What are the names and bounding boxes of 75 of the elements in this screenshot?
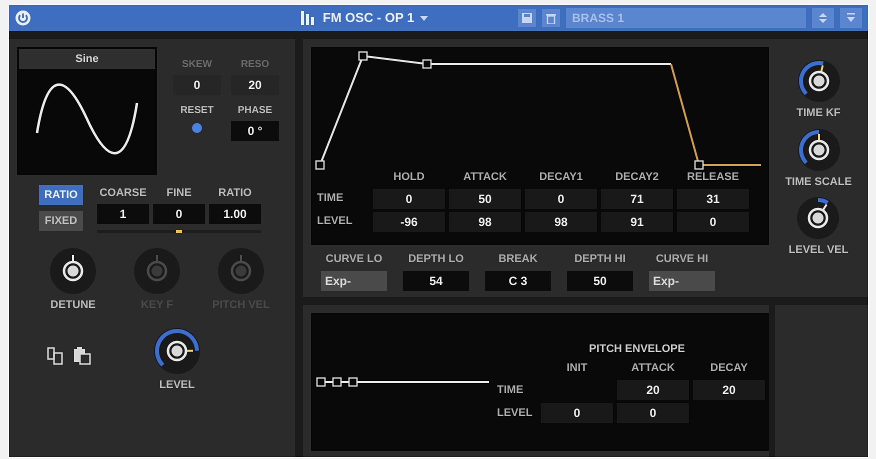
- knob[interactable]: [153, 327, 201, 375]
- value-field[interactable]: 91: [601, 212, 673, 232]
- param-label: FINE: [166, 186, 192, 201]
- param-label: CURVE HI: [656, 252, 708, 267]
- param-label: CURVE LO: [326, 252, 382, 267]
- value-field[interactable]: 71: [601, 188, 673, 208]
- row-label: LEVEL: [497, 406, 534, 420]
- caret-icon: [420, 16, 428, 20]
- knob-label: LEVEL VEL: [788, 243, 848, 258]
- down-icon: [847, 13, 855, 23]
- column-header: ATTACK: [630, 361, 676, 376]
- trash-icon: [546, 12, 556, 24]
- row-label: LEVEL: [317, 214, 354, 230]
- column-header: ATTACK: [462, 170, 508, 185]
- value-field[interactable]: 0: [153, 204, 205, 224]
- value-field[interactable]: 98: [525, 212, 597, 232]
- knob[interactable]: [49, 246, 97, 294]
- value-field[interactable]: 1: [97, 204, 149, 224]
- power-icon[interactable]: [15, 10, 31, 26]
- value-field[interactable]: 0: [373, 188, 445, 208]
- value-field[interactable]: C 3: [485, 270, 551, 290]
- value-field[interactable]: 31: [677, 188, 749, 208]
- param-label: DEPTH LO: [408, 252, 464, 267]
- mode-button[interactable]: FIXED: [39, 211, 83, 231]
- value-field[interactable]: -96: [373, 212, 445, 232]
- save-icon: [522, 13, 532, 23]
- param-label: SKEW: [182, 58, 212, 72]
- mode-button[interactable]: RATIO: [39, 185, 83, 205]
- value-field[interactable]: 20: [693, 380, 765, 400]
- pitch-envelope-drawing[interactable]: [315, 376, 491, 388]
- paste-icon[interactable]: [73, 347, 91, 366]
- value-field[interactable]: 0: [525, 188, 597, 208]
- column-header: DECAY1: [538, 170, 584, 185]
- value-field[interactable]: 0: [173, 75, 221, 95]
- reset-led[interactable]: [192, 123, 202, 133]
- knob-label: TIME SCALE: [785, 174, 852, 190]
- value-field[interactable]: 50: [567, 270, 633, 290]
- knob-label: TIME KF: [796, 106, 840, 121]
- up-down-icon: [819, 13, 827, 23]
- knob[interactable]: [796, 196, 840, 240]
- knob[interactable]: [796, 59, 840, 103]
- value-field[interactable]: 0: [617, 402, 689, 423]
- param-label: COARSE: [99, 186, 147, 201]
- value-field[interactable]: 20: [617, 380, 689, 400]
- value-field[interactable]: 1.00: [209, 204, 261, 224]
- value-field[interactable]: 0 °: [231, 121, 279, 141]
- copy-icon[interactable]: [47, 347, 65, 366]
- value-field[interactable]: 0: [541, 402, 613, 423]
- column-header: DECAY2: [614, 170, 660, 185]
- oscillator-menu[interactable]: FM OSC - OP 1: [322, 8, 428, 28]
- curve-dropdown[interactable]: Exp-: [649, 270, 715, 290]
- waveform-title[interactable]: Sine: [19, 49, 155, 69]
- pitch-envelope-title: PITCH ENVELOPE: [589, 342, 686, 357]
- param-label: BREAK: [498, 252, 538, 267]
- fine-slider-thumb[interactable]: [176, 230, 182, 232]
- param-label: RESO: [240, 58, 270, 72]
- knob-label: LEVEL: [159, 378, 195, 393]
- column-header: HOLD: [392, 170, 426, 185]
- param-label: RATIO: [218, 186, 252, 201]
- curve-dropdown[interactable]: Exp-: [321, 270, 387, 290]
- row-label: TIME: [317, 191, 344, 206]
- value-field[interactable]: 20: [231, 75, 279, 95]
- knob-label: DETUNE: [50, 298, 96, 312]
- column-header: RELEASE: [686, 170, 740, 185]
- column-header: INIT: [566, 361, 588, 376]
- knob[interactable]: [796, 128, 840, 172]
- row-label: TIME: [497, 382, 524, 398]
- value-field[interactable]: 98: [449, 212, 521, 232]
- column-header: DECAY: [709, 361, 749, 376]
- param-label: RESET: [180, 104, 214, 118]
- value-field[interactable]: 54: [403, 270, 469, 290]
- param-label: DEPTH HI: [574, 252, 626, 267]
- param-label: PHASE: [238, 104, 272, 118]
- value-field[interactable]: 50: [449, 188, 521, 208]
- value-field[interactable]: 0: [677, 212, 749, 232]
